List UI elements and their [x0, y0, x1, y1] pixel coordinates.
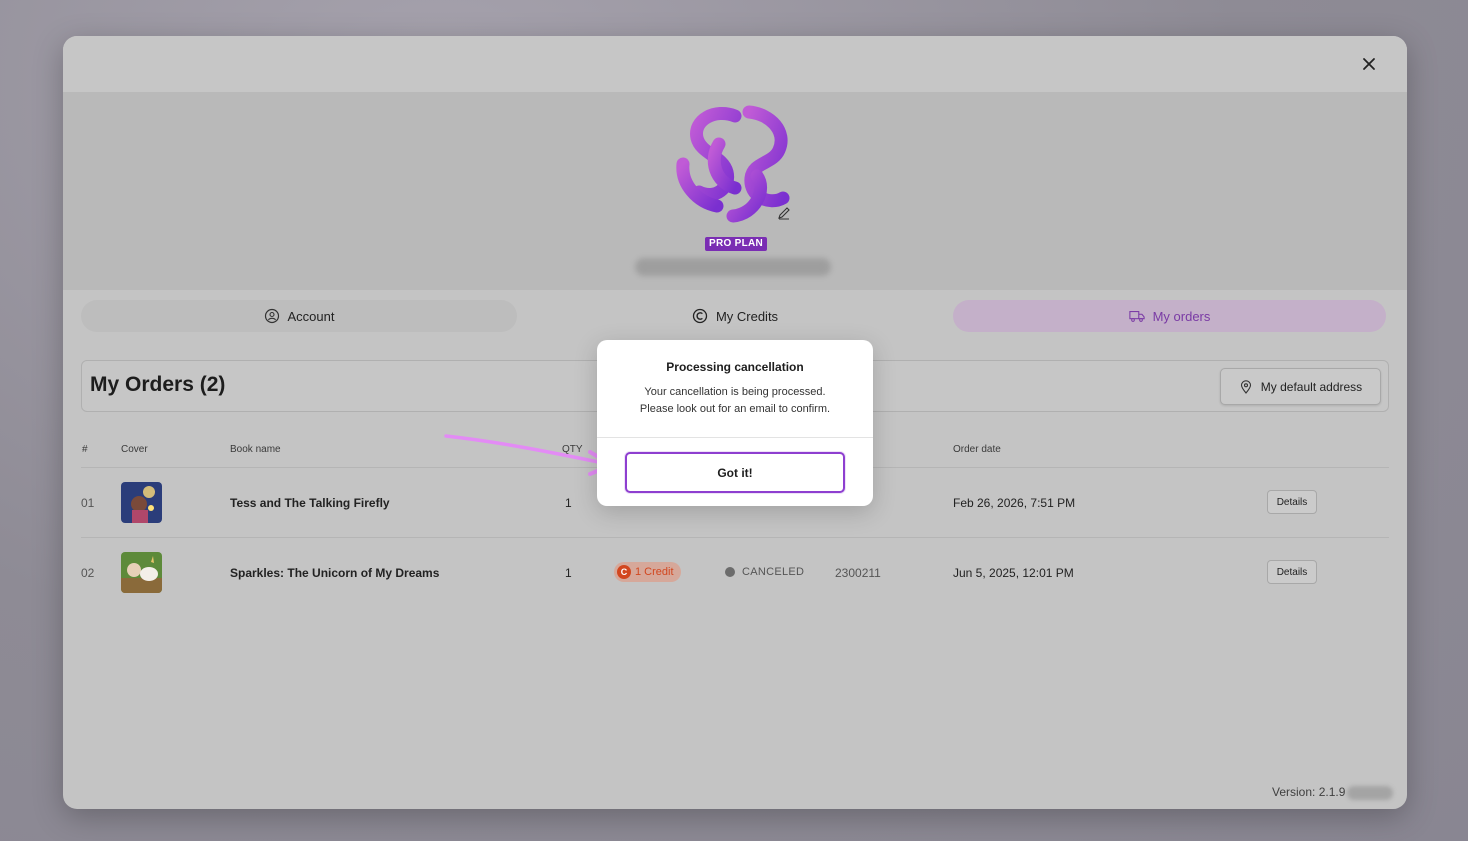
tab-account-label: Account	[287, 308, 335, 324]
plan-badge: PRO PLAN	[705, 237, 768, 251]
dialog-message-line2: Please look out for an email to confirm.	[639, 403, 831, 415]
order-id: 2300211	[835, 566, 881, 580]
col-header-number: #	[82, 444, 88, 455]
book-name: Tess and The Talking Firefly	[230, 496, 390, 510]
row-number: 01	[81, 496, 95, 510]
cancellation-dialog: Processing cancellation Your cancellatio…	[597, 340, 873, 506]
col-header-qty: QTY	[562, 444, 583, 455]
order-qty: 1	[565, 566, 572, 580]
default-address-label: My default address	[1260, 379, 1363, 394]
credit-badge-label: 1 Credit	[635, 566, 674, 578]
order-qty: 1	[565, 496, 572, 510]
col-header-book-name: Book name	[230, 444, 281, 455]
col-header-order-date: Order date	[953, 444, 1001, 455]
dialog-message: Your cancellation is being processed. Pl…	[597, 384, 873, 418]
row-divider	[81, 537, 1389, 538]
version-label: Version: 2.1.9	[1272, 785, 1346, 799]
book-name: Sparkles: The Unicorn of My Dreams	[230, 566, 440, 580]
modal-header	[63, 36, 1407, 92]
default-address-button[interactable]: My default address	[1220, 368, 1381, 405]
credits-icon	[692, 308, 708, 324]
status-dot-icon	[725, 567, 735, 577]
details-button[interactable]: Details	[1267, 490, 1317, 514]
status-badge: CANCELED	[725, 566, 804, 578]
location-pin-icon	[1240, 379, 1251, 394]
close-button[interactable]	[1357, 52, 1381, 76]
tab-my-orders-label: My orders	[1152, 308, 1211, 324]
details-button[interactable]: Details	[1267, 560, 1317, 584]
close-icon	[1363, 58, 1375, 70]
book-cover-image[interactable]	[121, 482, 162, 523]
col-header-cover: Cover	[121, 444, 148, 455]
row-number: 02	[81, 566, 95, 580]
status-label: CANCELED	[742, 566, 805, 578]
version-build-redacted	[1347, 786, 1393, 800]
edit-avatar-icon[interactable]	[777, 206, 791, 220]
dialog-divider	[597, 437, 873, 438]
credit-coin-icon: C	[617, 565, 631, 579]
account-icon	[264, 308, 279, 324]
dialog-title: Processing cancellation	[666, 360, 804, 374]
dialog-message-line1: Your cancellation is being processed.	[644, 386, 826, 398]
order-date: Jun 5, 2025, 12:01 PM	[953, 566, 1074, 580]
book-cover-image[interactable]	[121, 552, 162, 593]
tab-my-orders[interactable]: My orders	[953, 300, 1386, 332]
tab-account[interactable]: Account	[81, 300, 517, 332]
tab-my-credits-label: My Credits	[715, 308, 779, 324]
got-it-button[interactable]: Got it!	[625, 452, 845, 493]
truck-icon	[1128, 311, 1145, 322]
credit-badge: C 1 Credit	[614, 562, 681, 582]
orders-title: My Orders (2)	[90, 373, 226, 396]
profile-tabs: Account My Credits My orders	[81, 300, 1387, 332]
order-date: Feb 26, 2026, 7:51 PM	[953, 496, 1076, 510]
user-email-redacted	[635, 258, 831, 276]
tab-my-credits[interactable]: My Credits	[517, 300, 953, 332]
